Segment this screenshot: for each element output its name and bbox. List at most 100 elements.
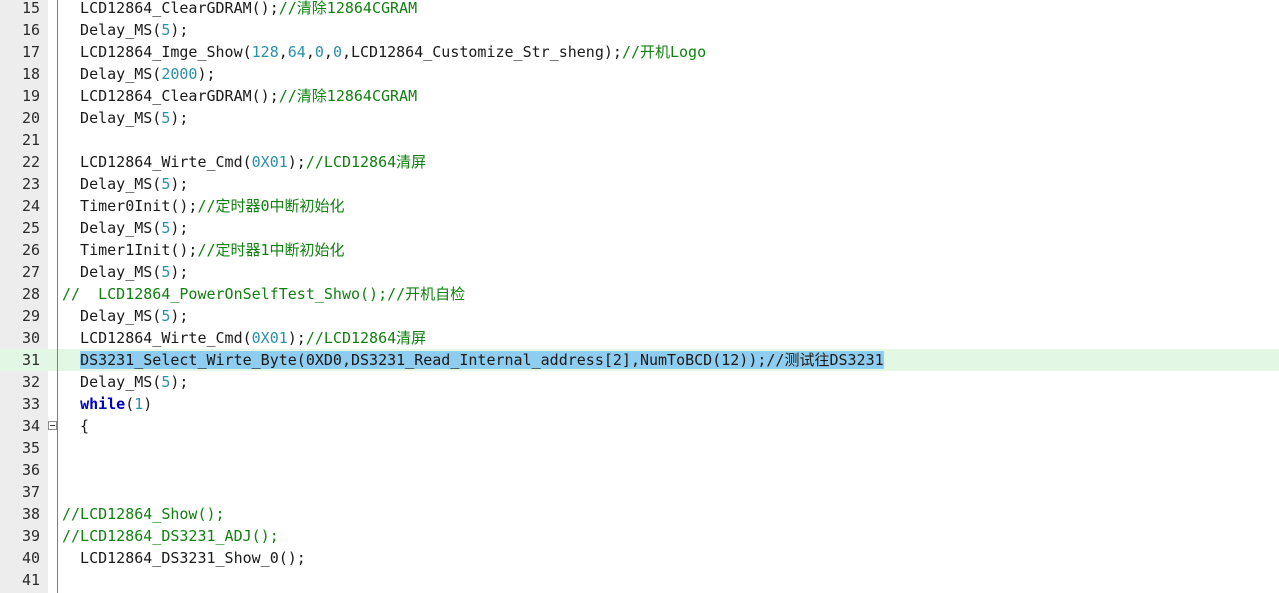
code-token: ); bbox=[170, 21, 189, 39]
code-token: Delay_MS( bbox=[62, 175, 162, 193]
code-token: // LCD12864_PowerOnSelfTest_Shwo();//开机自… bbox=[62, 285, 466, 303]
code-text[interactable]: Timer1Init();//定时器1中断初始化 bbox=[62, 239, 345, 261]
code-line[interactable]: 36 bbox=[0, 459, 1279, 481]
code-line[interactable]: 35 bbox=[0, 437, 1279, 459]
code-token: ,LCD12864_Customize_Str_sheng); bbox=[341, 43, 622, 61]
line-number: 29 bbox=[21, 307, 40, 325]
code-token: Delay_MS( bbox=[62, 21, 162, 39]
code-token: , bbox=[278, 43, 288, 61]
code-line[interactable]: 31 DS3231_Select_Wirte_Byte(0XD0,DS3231_… bbox=[0, 349, 1279, 371]
line-number: 20 bbox=[21, 109, 40, 127]
line-number: 41 bbox=[21, 571, 40, 589]
code-token: //定时器0中断初始化 bbox=[197, 197, 345, 215]
code-text[interactable]: LCD12864_ClearGDRAM();//清除12864CGRAM bbox=[62, 0, 417, 19]
code-line[interactable]: 24 Timer0Init();//定时器0中断初始化 bbox=[0, 195, 1279, 217]
code-line[interactable]: 15 LCD12864_ClearGDRAM();//清除12864CGRAM bbox=[0, 0, 1279, 19]
code-line[interactable]: 30 LCD12864_Wirte_Cmd(0X01);//LCD12864清屏 bbox=[0, 327, 1279, 349]
code-line[interactable]: 25 Delay_MS(5); bbox=[0, 217, 1279, 239]
fold-collapse-icon[interactable] bbox=[48, 421, 57, 430]
code-text[interactable]: LCD12864_Wirte_Cmd(0X01);//LCD12864清屏 bbox=[62, 151, 426, 173]
code-token: ); bbox=[170, 109, 189, 127]
code-line[interactable]: 40 LCD12864_DS3231_Show_0(); bbox=[0, 547, 1279, 569]
code-line[interactable]: 18 Delay_MS(2000); bbox=[0, 63, 1279, 85]
code-token: 0X01 bbox=[251, 329, 288, 347]
code-line[interactable]: 20 Delay_MS(5); bbox=[0, 107, 1279, 129]
code-token: LCD12864_DS3231_Show_0(); bbox=[62, 549, 306, 567]
code-token: { bbox=[62, 417, 90, 435]
code-line[interactable]: 39 //LCD12864_DS3231_ADJ(); bbox=[0, 525, 1279, 547]
code-line[interactable]: 37 bbox=[0, 481, 1279, 503]
code-line[interactable]: 27 Delay_MS(5); bbox=[0, 261, 1279, 283]
code-token: Delay_MS( bbox=[62, 219, 162, 237]
line-number: 37 bbox=[21, 483, 40, 501]
code-token: ); bbox=[287, 329, 306, 347]
code-text[interactable]: Delay_MS(2000); bbox=[62, 63, 216, 85]
code-token: LCD12864_ClearGDRAM(); bbox=[62, 87, 279, 105]
code-text[interactable]: Delay_MS(5); bbox=[62, 107, 188, 129]
code-token: //LCD12864清屏 bbox=[305, 329, 427, 347]
line-number: 19 bbox=[21, 87, 40, 105]
code-text[interactable]: LCD12864_Imge_Show(128,64,0,0,LCD12864_C… bbox=[62, 41, 706, 63]
code-token: LCD12864_ClearGDRAM(); bbox=[62, 0, 279, 17]
code-text[interactable]: Delay_MS(5); bbox=[62, 305, 188, 327]
line-number: 38 bbox=[21, 505, 40, 523]
code-text[interactable]: Delay_MS(5); bbox=[62, 261, 188, 283]
code-token: ); bbox=[170, 307, 189, 325]
code-line[interactable]: 34 { bbox=[0, 415, 1279, 437]
code-token: ); bbox=[170, 219, 189, 237]
code-text[interactable]: { bbox=[62, 415, 89, 437]
code-token: Delay_MS( bbox=[62, 307, 162, 325]
code-line[interactable]: 32 Delay_MS(5); bbox=[0, 371, 1279, 393]
code-token: //清除12864CGRAM bbox=[278, 0, 418, 17]
code-line[interactable]: 17 LCD12864_Imge_Show(128,64,0,0,LCD1286… bbox=[0, 41, 1279, 63]
code-token: Timer1Init(); bbox=[62, 241, 198, 259]
code-lines-container[interactable]: 15 LCD12864_ClearGDRAM();//清除12864CGRAM 1… bbox=[0, 0, 1279, 593]
code-token: while bbox=[80, 395, 126, 413]
code-token: ); bbox=[170, 175, 189, 193]
code-token: //清除12864CGRAM bbox=[278, 87, 418, 105]
code-text[interactable]: Delay_MS(5); bbox=[62, 173, 188, 195]
code-line[interactable]: 23 Delay_MS(5); bbox=[0, 173, 1279, 195]
code-line[interactable]: 26 Timer1Init();//定时器1中断初始化 bbox=[0, 239, 1279, 261]
code-token: ); bbox=[197, 65, 216, 83]
line-number: 27 bbox=[21, 263, 40, 281]
code-text[interactable]: Delay_MS(5); bbox=[62, 371, 188, 393]
code-text[interactable]: //LCD12864_DS3231_ADJ(); bbox=[62, 525, 279, 547]
code-token: Delay_MS( bbox=[62, 65, 162, 83]
code-line[interactable]: 41 bbox=[0, 569, 1279, 591]
code-text[interactable]: Delay_MS(5); bbox=[62, 19, 188, 41]
code-editor[interactable]: 15 LCD12864_ClearGDRAM();//清除12864CGRAM 1… bbox=[0, 0, 1279, 593]
line-number: 30 bbox=[21, 329, 40, 347]
code-line[interactable]: 16 Delay_MS(5); bbox=[0, 19, 1279, 41]
code-text[interactable]: // LCD12864_PowerOnSelfTest_Shwo();//开机自… bbox=[62, 283, 465, 305]
code-token: Timer0Init(); bbox=[62, 197, 198, 215]
code-line[interactable]: 28 // LCD12864_PowerOnSelfTest_Shwo();//开… bbox=[0, 283, 1279, 305]
code-token: //开机Logo bbox=[621, 43, 707, 61]
code-token: ) bbox=[143, 395, 153, 413]
line-number: 32 bbox=[21, 373, 40, 391]
line-number: 39 bbox=[21, 527, 40, 545]
code-token: //LCD12864清屏 bbox=[305, 153, 427, 171]
code-token: , bbox=[323, 43, 333, 61]
code-line[interactable]: 19 LCD12864_ClearGDRAM();//清除12864CGRAM bbox=[0, 85, 1279, 107]
code-token: 0 bbox=[314, 43, 324, 61]
code-text[interactable]: while(1) bbox=[62, 393, 152, 415]
code-text[interactable]: LCD12864_DS3231_Show_0(); bbox=[62, 547, 306, 569]
code-text[interactable]: Delay_MS(5); bbox=[62, 217, 188, 239]
line-number: 17 bbox=[21, 43, 40, 61]
line-number: 21 bbox=[21, 131, 40, 149]
line-number: 25 bbox=[21, 219, 40, 237]
code-line[interactable]: 29 Delay_MS(5); bbox=[0, 305, 1279, 327]
code-line[interactable]: 33 while(1) bbox=[0, 393, 1279, 415]
code-text[interactable]: LCD12864_Wirte_Cmd(0X01);//LCD12864清屏 bbox=[62, 327, 426, 349]
code-line[interactable]: 22 LCD12864_Wirte_Cmd(0X01);//LCD12864清屏 bbox=[0, 151, 1279, 173]
line-number: 23 bbox=[21, 175, 40, 193]
code-text[interactable]: DS3231_Select_Wirte_Byte(0XD0,DS3231_Rea… bbox=[62, 349, 884, 371]
code-line[interactable]: 21 bbox=[0, 129, 1279, 151]
code-text[interactable]: //LCD12864_Show(); bbox=[62, 503, 225, 525]
code-text[interactable]: Timer0Init();//定时器0中断初始化 bbox=[62, 195, 345, 217]
line-number: 18 bbox=[21, 65, 40, 83]
code-text[interactable]: LCD12864_ClearGDRAM();//清除12864CGRAM bbox=[62, 85, 417, 107]
code-line[interactable]: 38 //LCD12864_Show(); bbox=[0, 503, 1279, 525]
